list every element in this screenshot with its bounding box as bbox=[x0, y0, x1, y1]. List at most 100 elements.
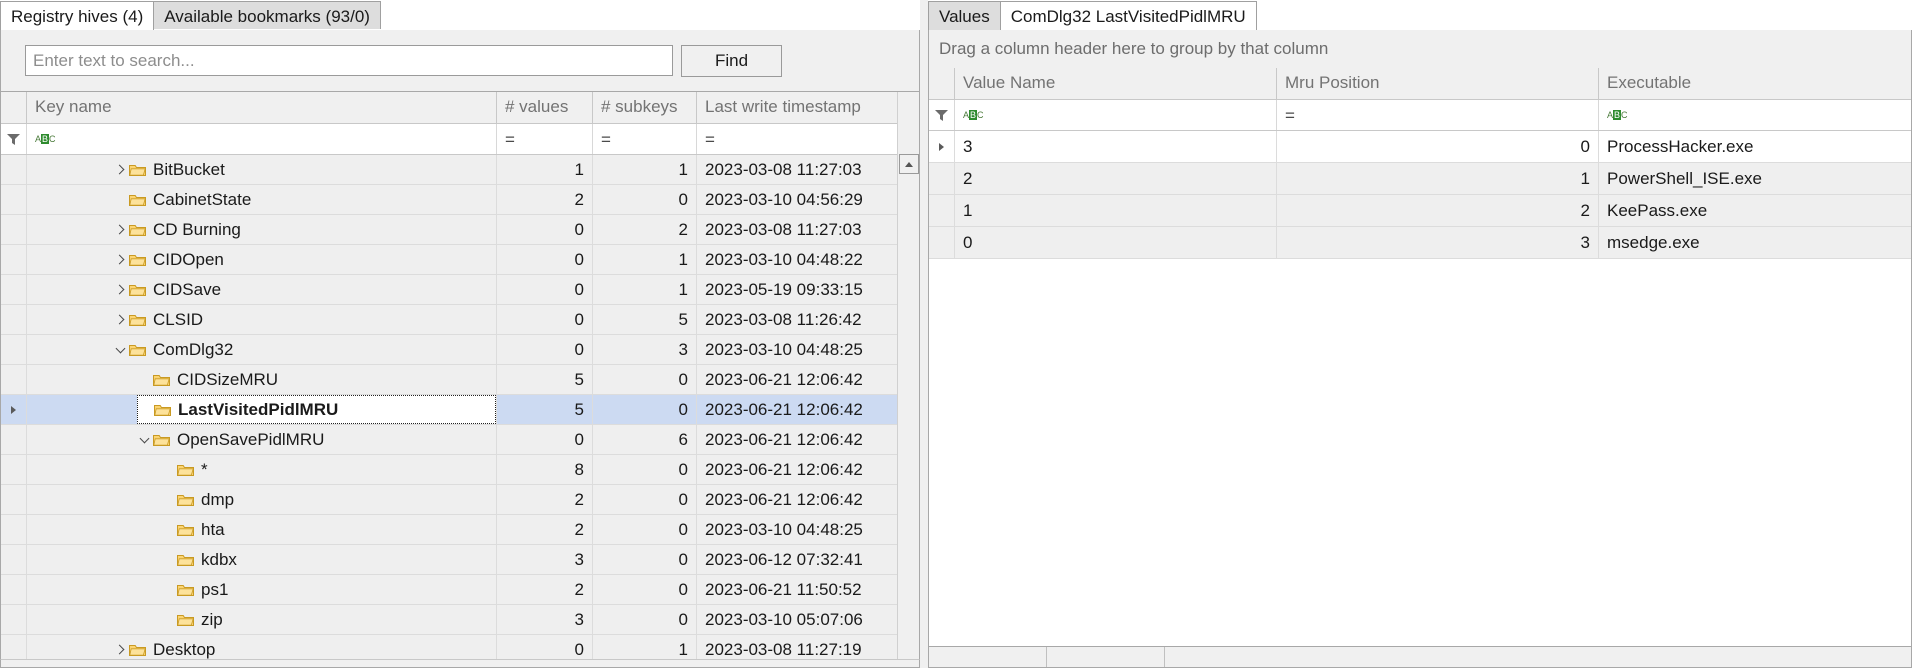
cell-key-name[interactable]: CIDSave bbox=[27, 275, 497, 304]
folder-icon bbox=[152, 403, 172, 417]
equals-icon: = bbox=[1285, 105, 1295, 125]
group-by-drop-area[interactable]: Drag a column header here to group by th… bbox=[928, 30, 1912, 68]
current-row-arrow-icon bbox=[11, 405, 16, 414]
key-tree-grid-main: Key name # values # subkeys Last write t… bbox=[1, 92, 897, 659]
table-row[interactable]: ComDlg32 0 3 2023-03-10 04:48:25 bbox=[1, 335, 897, 365]
column-header-key-name[interactable]: Key name bbox=[27, 92, 497, 123]
table-row[interactable]: BitBucket 1 1 2023-03-08 11:27:03 bbox=[1, 155, 897, 185]
filter-input-executable[interactable]: ABC bbox=[1599, 100, 1911, 130]
collapse-chevron-icon[interactable] bbox=[137, 433, 151, 443]
key-name-label: LastVisitedPidlMRU bbox=[178, 399, 339, 419]
tab-values[interactable]: Values bbox=[928, 1, 1001, 30]
cell-key-name[interactable]: OpenSavePidlMRU bbox=[27, 425, 497, 454]
cell-mru-position: 3 bbox=[1277, 227, 1599, 258]
table-row[interactable]: ps1 2 0 2023-06-21 11:50:52 bbox=[1, 575, 897, 605]
column-header-executable[interactable]: Executable bbox=[1599, 68, 1911, 99]
cell-key-name[interactable]: hta bbox=[27, 515, 497, 544]
cell-key-name[interactable]: CLSID bbox=[27, 305, 497, 334]
table-row[interactable]: 3 0 ProcessHacker.exe bbox=[929, 131, 1911, 163]
table-row[interactable]: 2 1 PowerShell_ISE.exe bbox=[929, 163, 1911, 195]
cell-key-name[interactable]: ComDlg32 bbox=[27, 335, 497, 364]
filter-input-value-name[interactable]: ABC bbox=[955, 100, 1277, 130]
row-indicator bbox=[929, 163, 955, 194]
expand-chevron-icon[interactable] bbox=[113, 644, 127, 655]
table-row[interactable]: 0 3 msedge.exe bbox=[929, 227, 1911, 259]
table-row[interactable]: zip 3 0 2023-03-10 05:07:06 bbox=[1, 605, 897, 635]
column-header-value-name[interactable]: Value Name bbox=[955, 68, 1277, 99]
row-indicator bbox=[1, 605, 27, 634]
table-row[interactable]: CLSID 0 5 2023-03-08 11:26:42 bbox=[1, 305, 897, 335]
cell-last-write: 2023-03-08 11:27:19 bbox=[705, 639, 862, 659]
table-row[interactable]: hta 2 0 2023-03-10 04:48:25 bbox=[1, 515, 897, 545]
cell-num-values: 1 bbox=[497, 155, 593, 184]
table-row[interactable]: dmp 2 0 2023-06-21 12:06:42 bbox=[1, 485, 897, 515]
cell-num-subkeys: 0 bbox=[593, 605, 697, 634]
find-button[interactable]: Find bbox=[681, 44, 782, 77]
filter-input-last-write[interactable]: = bbox=[697, 124, 897, 154]
abc-filter-icon: ABC bbox=[963, 109, 984, 120]
expand-chevron-icon[interactable] bbox=[113, 254, 127, 265]
table-row[interactable]: OpenSavePidlMRU 0 6 2023-06-21 12:06:42 bbox=[1, 425, 897, 455]
cell-num-values: 3 bbox=[497, 605, 593, 634]
cell-key-name[interactable]: kdbx bbox=[27, 545, 497, 574]
tab-available-bookmarks[interactable]: Available bookmarks (93/0) bbox=[153, 1, 381, 30]
collapse-chevron-icon[interactable] bbox=[113, 343, 127, 353]
key-tree-vertical-scrollbar[interactable] bbox=[897, 92, 919, 659]
table-row[interactable]: 1 2 KeePass.exe bbox=[929, 195, 1911, 227]
cell-key-name[interactable]: CIDOpen bbox=[27, 245, 497, 274]
table-row[interactable]: CabinetState 2 0 2023-03-10 04:56:29 bbox=[1, 185, 897, 215]
table-row[interactable]: CIDSave 0 1 2023-05-19 09:33:15 bbox=[1, 275, 897, 305]
filter-input-num-values[interactable]: = bbox=[497, 124, 593, 154]
cell-mru-position: 0 bbox=[1277, 131, 1599, 162]
table-row[interactable]: CIDSizeMRU 5 0 2023-06-21 12:06:42 bbox=[1, 365, 897, 395]
expand-chevron-icon[interactable] bbox=[113, 284, 127, 295]
expand-chevron-icon[interactable] bbox=[113, 314, 127, 325]
cell-last-write: 2023-03-10 04:48:25 bbox=[705, 339, 863, 359]
table-row[interactable]: Desktop 0 1 2023-03-08 11:27:19 bbox=[1, 635, 897, 659]
cell-key-name[interactable]: zip bbox=[27, 605, 497, 634]
filter-input-num-subkeys[interactable]: = bbox=[593, 124, 697, 154]
cell-key-name[interactable]: Desktop bbox=[27, 635, 497, 659]
cell-last-write: 2023-06-21 12:06:42 bbox=[705, 429, 863, 449]
table-row[interactable]: LastVisitedPidlMRU 5 0 2023-06-21 12:06:42 bbox=[1, 395, 897, 425]
folder-icon bbox=[175, 583, 195, 597]
cell-value-name: 0 bbox=[955, 227, 1277, 258]
expand-chevron-icon[interactable] bbox=[113, 224, 127, 235]
cell-key-name[interactable]: LastVisitedPidlMRU bbox=[27, 395, 497, 424]
cell-key-name[interactable]: CD Burning bbox=[27, 215, 497, 244]
filter-input-mru-position[interactable]: = bbox=[1277, 100, 1599, 130]
cell-key-name[interactable]: BitBucket bbox=[27, 155, 497, 184]
cell-key-name[interactable]: CIDSizeMRU bbox=[27, 365, 497, 394]
values-filter-funnel-icon[interactable] bbox=[929, 100, 955, 130]
row-indicator bbox=[1, 455, 27, 484]
filter-funnel-icon[interactable] bbox=[1, 124, 27, 154]
column-header-mru-position[interactable]: Mru Position bbox=[1277, 68, 1599, 99]
scroll-up-button[interactable] bbox=[898, 154, 919, 174]
cell-num-values: 0 bbox=[497, 245, 593, 274]
cell-last-write: 2023-05-19 09:33:15 bbox=[705, 279, 863, 299]
key-name-label: CIDSave bbox=[153, 279, 222, 299]
search-input[interactable] bbox=[25, 45, 673, 76]
cell-key-name[interactable]: CabinetState bbox=[27, 185, 497, 214]
column-header-last-write[interactable]: Last write timestamp bbox=[697, 92, 897, 123]
key-tree-grid: Key name # values # subkeys Last write t… bbox=[0, 92, 920, 659]
filter-input-key-name[interactable]: ABC bbox=[27, 124, 497, 154]
panel-splitter[interactable] bbox=[920, 0, 928, 668]
cell-num-subkeys: 0 bbox=[593, 395, 697, 424]
cell-key-name[interactable]: ps1 bbox=[27, 575, 497, 604]
cell-last-write: 2023-06-21 12:06:42 bbox=[705, 489, 863, 509]
tab-registry-hives[interactable]: Registry hives (4) bbox=[0, 1, 155, 30]
tab-comdlg32-lastvisitedpidlmru[interactable]: ComDlg32 LastVisitedPidlMRU bbox=[999, 1, 1257, 30]
column-header-num-values[interactable]: # values bbox=[497, 92, 593, 123]
expand-chevron-icon[interactable] bbox=[113, 164, 127, 175]
folder-icon bbox=[127, 163, 147, 177]
values-rows[interactable]: 3 0 ProcessHacker.exe 2 1 PowerShell_ISE.exe 1… bbox=[929, 131, 1911, 646]
table-row[interactable]: CIDOpen 0 1 2023-03-10 04:48:22 bbox=[1, 245, 897, 275]
table-row[interactable]: kdbx 3 0 2023-06-12 07:32:41 bbox=[1, 545, 897, 575]
key-tree-rows[interactable]: BitBucket 1 1 2023-03-08 11:27:03 CabinetSta… bbox=[1, 155, 897, 659]
table-row[interactable]: CD Burning 0 2 2023-03-08 11:27:03 bbox=[1, 215, 897, 245]
column-header-num-subkeys[interactable]: # subkeys bbox=[593, 92, 697, 123]
table-row[interactable]: * 8 0 2023-06-21 12:06:42 bbox=[1, 455, 897, 485]
cell-key-name[interactable]: * bbox=[27, 455, 497, 484]
cell-key-name[interactable]: dmp bbox=[27, 485, 497, 514]
